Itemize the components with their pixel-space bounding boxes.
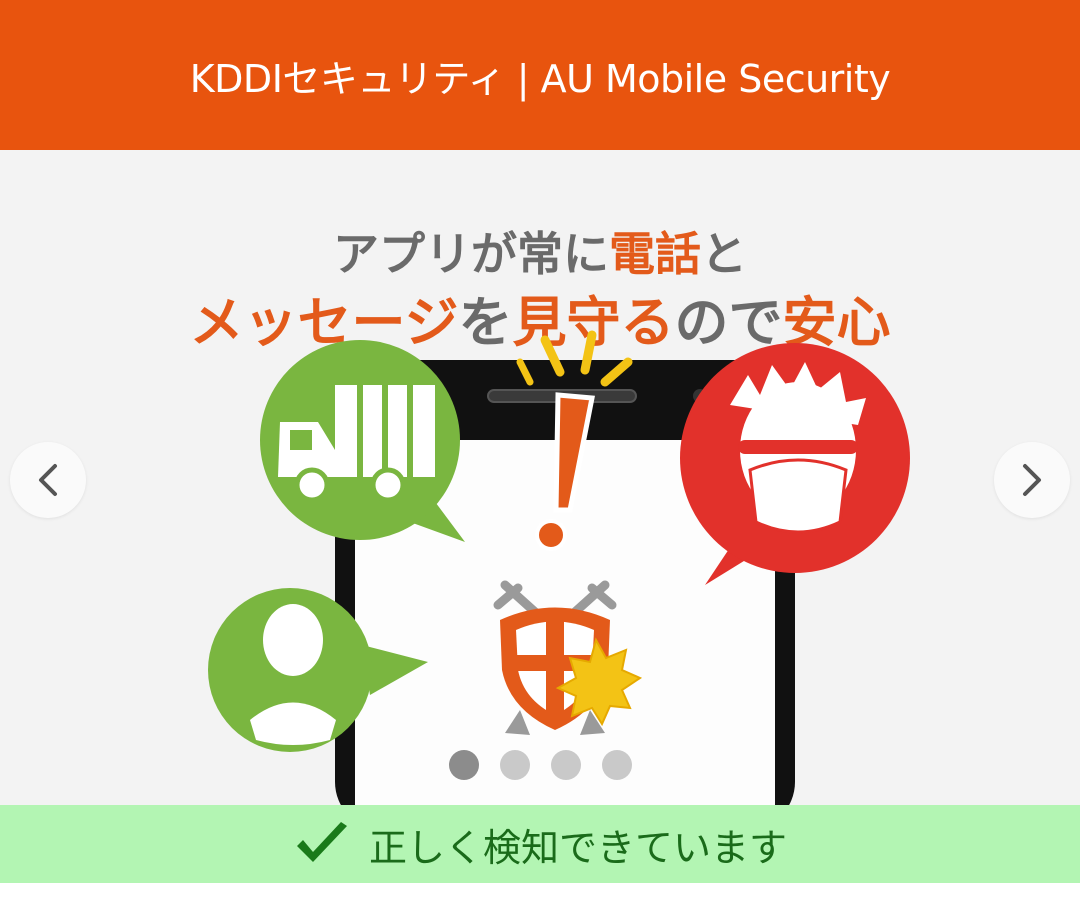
carousel-prev-button[interactable] [10,442,86,518]
carousel-next-button[interactable] [994,442,1070,518]
carousel-dot[interactable] [602,750,632,780]
chevron-right-icon [1023,464,1041,496]
status-banner: 正しく検知できています [0,805,1080,883]
app-header: KDDIセキュリティ | AU Mobile Security [0,0,1080,150]
chevron-left-icon [39,464,57,496]
carousel-dot[interactable] [449,750,479,780]
carousel-dot[interactable] [551,750,581,780]
app-title: KDDIセキュリティ | AU Mobile Security [189,56,891,101]
status-text: 正しく検知できています [368,825,787,870]
checkmark-icon [296,822,347,862]
footer-area [0,883,1080,900]
carousel-slide: アプリが常に電話と メッセージを見守るので安心 [0,150,1080,805]
carousel-pagination [449,750,632,780]
slide-illustration [208,330,910,805]
carousel-dot[interactable] [500,750,530,780]
